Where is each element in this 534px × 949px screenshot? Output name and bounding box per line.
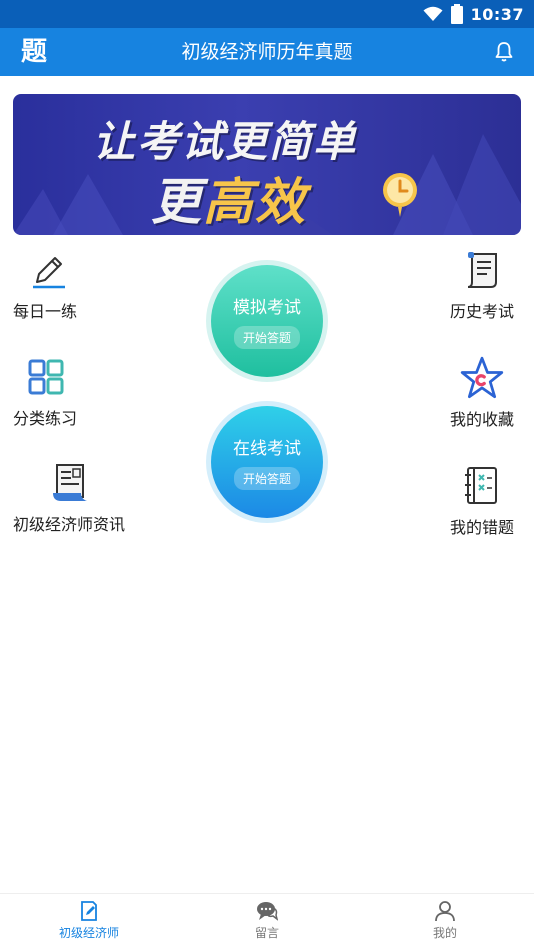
battery-icon <box>450 4 463 24</box>
clock-icon <box>383 173 417 217</box>
page-title: 初级经济师历年真题 <box>181 41 353 63</box>
wifi-icon <box>423 6 443 21</box>
news-icon <box>53 464 87 501</box>
nav-tab-home-label: 初级经济师 <box>58 926 119 940</box>
online-exam-start-label: 开始答题 <box>233 467 300 490</box>
news-item[interactable]: 初级经济师资讯 <box>13 463 125 535</box>
status-time: 10:37 <box>470 4 524 24</box>
pencil-icon <box>33 257 65 289</box>
mock-exam-title: 模拟考试 <box>233 298 301 318</box>
mock-exam-button[interactable]: 模拟考试 开始答题 <box>206 260 328 382</box>
nav-tab-profile-label: 我的 <box>432 926 457 940</box>
star-icon <box>460 356 504 399</box>
online-exam-title: 在线考试 <box>233 439 301 459</box>
wrong-questions-item[interactable]: 我的错题 <box>450 466 514 538</box>
bottom-nav: 初级经济师 留言 我的 <box>0 893 534 949</box>
scroll-icon <box>467 252 497 288</box>
bell-icon[interactable] <box>492 40 516 64</box>
person-icon <box>435 901 455 922</box>
app-header: 题 初级经济师历年真题 <box>0 28 534 76</box>
status-bar: 10:37 <box>0 0 534 28</box>
favorites-label: 我的收藏 <box>450 410 515 429</box>
nav-tab-home[interactable]: 初级经济师 <box>29 900 149 941</box>
promo-banner[interactable]: 让考试更简单 更高效 <box>13 94 521 235</box>
banner-subheadline: 更高效 <box>151 162 307 234</box>
nav-tab-messages-label: 留言 <box>254 926 279 940</box>
chat-bubble-icon <box>257 902 278 921</box>
daily-practice-label: 每日一练 <box>13 302 78 321</box>
nav-tab-messages[interactable]: 留言 <box>207 900 327 941</box>
category-icon <box>28 359 64 395</box>
favorites-item[interactable]: 我的收藏 <box>450 356 514 430</box>
wrong-notebook-icon <box>465 467 497 504</box>
banner-word-gold: 高效 <box>203 173 307 231</box>
history-exam-item[interactable]: 历史考试 <box>450 250 514 322</box>
news-label: 初级经济师资讯 <box>13 515 126 534</box>
banner-headline: 让考试更简单 <box>93 117 358 166</box>
wrong-questions-label: 我的错题 <box>450 518 515 537</box>
nav-tab-profile[interactable]: 我的 <box>385 900 505 941</box>
online-exam-circle: 在线考试 开始答题 <box>211 406 323 518</box>
history-exam-label: 历史考试 <box>450 302 515 321</box>
mock-exam-start-label: 开始答题 <box>233 326 300 349</box>
banner-word-white: 更 <box>151 173 203 231</box>
category-practice-label: 分类练习 <box>13 409 78 428</box>
mock-exam-circle: 模拟考试 开始答题 <box>211 265 323 377</box>
online-exam-button[interactable]: 在线考试 开始答题 <box>206 401 328 523</box>
category-practice-item[interactable]: 分类练习 <box>13 357 77 429</box>
daily-practice-item[interactable]: 每日一练 <box>13 250 77 322</box>
edit-doc-icon <box>81 901 97 921</box>
